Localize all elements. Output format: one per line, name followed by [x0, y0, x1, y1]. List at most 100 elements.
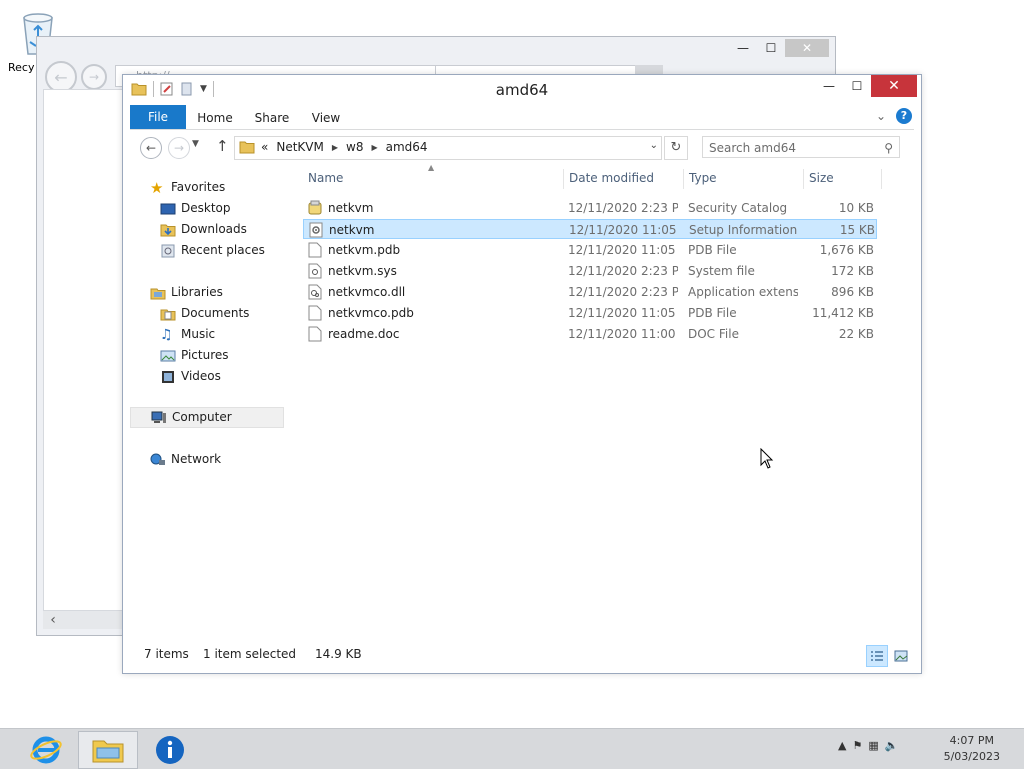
nav-network[interactable]: Network: [150, 449, 221, 470]
videos-icon: [162, 370, 174, 383]
file-row-selected[interactable]: netkvm 12/11/2020 11:05 ... Setup Inform…: [303, 219, 877, 239]
forward-arrow-icon: →: [173, 141, 185, 155]
details-view-button[interactable]: [866, 645, 888, 667]
column-type[interactable]: Type: [689, 171, 717, 189]
back-arrow-icon: ←: [145, 141, 157, 155]
breadcrumb-amd64[interactable]: amd64: [386, 140, 428, 154]
refresh-button[interactable]: ↻: [664, 136, 688, 160]
nav-downloads[interactable]: Downloads: [160, 219, 247, 240]
breadcrumb-overflow[interactable]: «: [261, 140, 268, 154]
large-icons-view-icon: [894, 650, 908, 662]
nav-pictures[interactable]: Pictures: [160, 345, 229, 366]
taskbar: ▲ ⚑ ▦ 🔈 4:07 PM 5/03/2023: [0, 728, 1024, 769]
explorer-window[interactable]: ▼ amd64 — ☐ ✕ File Home Share View ⌄ ? ←…: [122, 74, 922, 674]
tab-home[interactable]: Home: [192, 107, 238, 129]
up-arrow-icon[interactable]: ↑: [216, 137, 229, 155]
file-row[interactable]: netkvm.pdb 12/11/2020 11:05 ... PDB File…: [303, 240, 877, 260]
nav-favorites[interactable]: ★ Favorites: [150, 177, 225, 198]
back-arrow-icon: ←: [54, 67, 68, 87]
breadcrumb-w8[interactable]: w8: [346, 140, 363, 154]
breadcrumb-netkvm[interactable]: NetKVM: [276, 140, 324, 154]
nav-videos[interactable]: Videos: [160, 366, 221, 387]
action-center-flag-icon[interactable]: ⚑: [852, 739, 862, 752]
system-tray: ▲ ⚑ ▦ 🔈: [838, 739, 898, 752]
breadcrumb-separator-icon[interactable]: ▶: [332, 143, 338, 152]
forward-button[interactable]: →: [168, 137, 190, 159]
help-icon[interactable]: ?: [896, 108, 912, 124]
ie-forward-button[interactable]: →: [81, 64, 107, 90]
file-row[interactable]: netkvm.sys 12/11/2020 2:23 PM System fil…: [303, 261, 877, 281]
details-view-icon: [871, 651, 883, 661]
column-name[interactable]: Name: [308, 171, 343, 189]
setup-info-icon: [309, 222, 323, 238]
recent-places-icon: [161, 244, 175, 257]
close-button[interactable]: ✕: [871, 75, 917, 97]
nav-desktop[interactable]: Desktop: [160, 198, 231, 219]
tab-share[interactable]: Share: [250, 107, 294, 129]
network-icon: [150, 453, 165, 465]
search-placeholder: Search amd64: [709, 141, 796, 155]
expand-ribbon-icon[interactable]: ⌄: [876, 109, 886, 123]
refresh-icon: ↻: [670, 140, 682, 155]
info-icon: [156, 736, 184, 764]
minimize-button[interactable]: —: [815, 75, 843, 97]
internet-explorer-icon: [30, 736, 62, 764]
file-row[interactable]: readme.doc 12/11/2020 11:00 ... DOC File…: [303, 324, 877, 344]
recent-locations-chevron-icon[interactable]: ▼: [192, 139, 199, 149]
nav-documents[interactable]: Documents: [160, 303, 249, 324]
column-headers: ▲ Name Date modified Type Size: [303, 163, 907, 191]
ribbon: File Home Share View ⌄ ?: [130, 105, 914, 130]
clock[interactable]: 4:07 PM 5/03/2023: [944, 733, 1000, 765]
ie-close-button[interactable]: ✕: [785, 39, 829, 57]
taskbar-info-button[interactable]: [140, 731, 200, 769]
navigation-bar: ← → ▼ ↑ « NetKVM ▶ w8 ▶ amd64 ⌄ ↻ Search…: [130, 133, 914, 161]
ie-minimize-button[interactable]: —: [729, 39, 757, 57]
nav-libraries[interactable]: Libraries: [150, 282, 223, 303]
file-icon: [308, 326, 322, 342]
tab-view[interactable]: View: [306, 107, 346, 129]
taskbar-ie-button[interactable]: [16, 731, 76, 769]
back-button[interactable]: ←: [140, 137, 162, 159]
selection-count: 1 item selected: [203, 647, 297, 661]
libraries-icon: [150, 288, 166, 299]
tab-file[interactable]: File: [130, 105, 186, 129]
search-icon[interactable]: ⚲: [884, 137, 893, 159]
address-dropdown-icon[interactable]: ⌄: [650, 140, 658, 151]
file-explorer-icon: [92, 740, 124, 763]
column-date-modified[interactable]: Date modified: [569, 171, 654, 189]
breadcrumb: « NetKVM ▶ w8 ▶ amd64: [261, 140, 428, 154]
desktop-icon: [160, 203, 176, 214]
file-row[interactable]: netkvmco.dll 12/11/2020 2:23 PM Applicat…: [303, 282, 877, 302]
taskbar-explorer-button[interactable]: [78, 731, 138, 769]
search-input[interactable]: Search amd64 ⚲: [702, 136, 900, 158]
folder-icon: [239, 141, 255, 154]
show-hidden-icons-icon[interactable]: ▲: [838, 739, 846, 752]
large-icons-view-button[interactable]: [890, 645, 912, 667]
nav-recent-places[interactable]: Recent places: [160, 240, 265, 261]
nav-music[interactable]: ♫ Music: [160, 324, 215, 345]
maximize-button[interactable]: ☐: [843, 75, 871, 97]
dll-icon: [308, 284, 322, 300]
ie-maximize-button[interactable]: ☐: [757, 39, 785, 57]
sort-ascending-icon: ▲: [428, 163, 435, 172]
title-bar[interactable]: ▼ amd64 — ☐ ✕: [123, 75, 921, 105]
forward-arrow-icon: →: [88, 70, 100, 84]
network-status-icon[interactable]: ▦: [868, 739, 878, 752]
clock-time: 4:07 PM: [949, 734, 994, 747]
pictures-icon: [160, 350, 176, 361]
scroll-left-icon[interactable]: ‹: [43, 612, 63, 628]
downloads-icon: [160, 224, 176, 236]
status-bar: 7 items 1 item selected 14.9 KB: [130, 641, 914, 667]
file-row[interactable]: netkvm 12/11/2020 2:23 PM Security Catal…: [303, 198, 877, 218]
column-size[interactable]: Size: [809, 171, 834, 189]
breadcrumb-separator-icon[interactable]: ▶: [371, 143, 377, 152]
volume-muted-icon[interactable]: 🔈: [885, 739, 899, 752]
file-icon: [308, 305, 322, 321]
file-row[interactable]: netkvmco.pdb 12/11/2020 11:05 ... PDB Fi…: [303, 303, 877, 323]
nav-computer[interactable]: Computer: [130, 407, 284, 428]
clock-date: 5/03/2023: [943, 750, 1000, 763]
address-bar[interactable]: « NetKVM ▶ w8 ▶ amd64 ⌄: [234, 136, 662, 160]
music-icon: ♫: [160, 326, 173, 343]
recycle-bin-label: Recy: [8, 61, 35, 74]
documents-icon: [160, 309, 176, 320]
